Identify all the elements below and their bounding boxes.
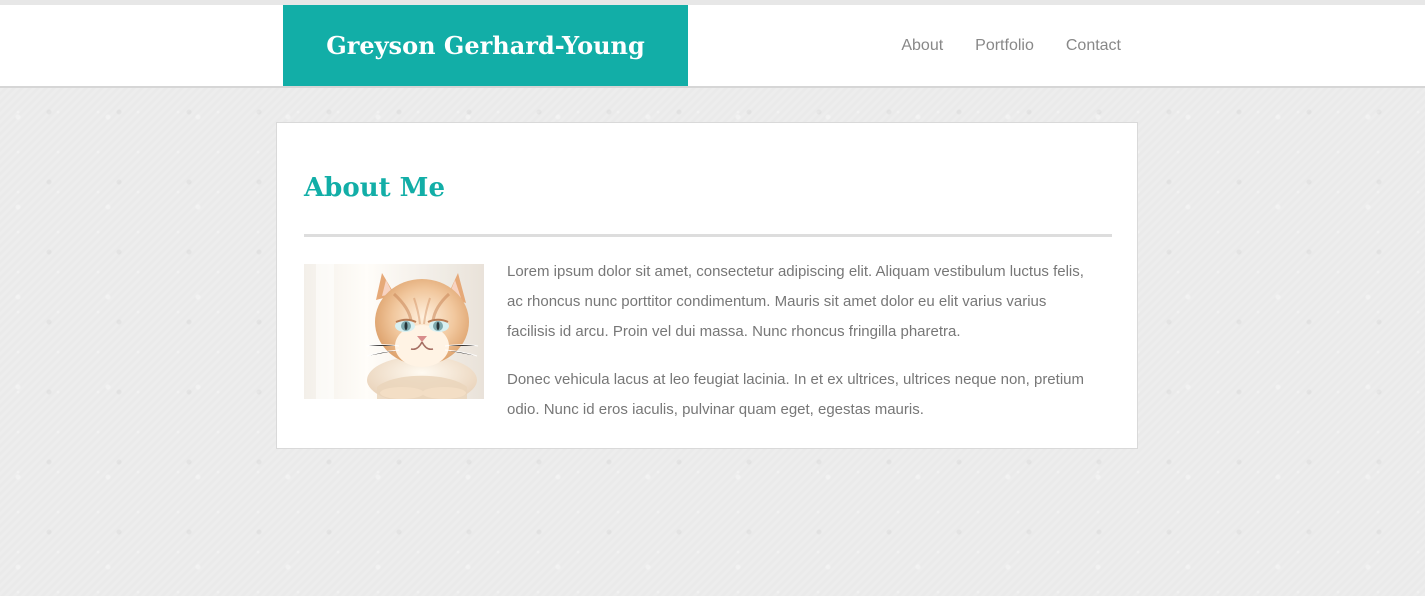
title-divider: [304, 234, 1112, 237]
page-title: About Me: [304, 173, 445, 203]
brand-block[interactable]: Greyson Gerhard-Young: [283, 5, 688, 86]
site-title[interactable]: Greyson Gerhard-Young: [326, 33, 645, 58]
profile-photo: [304, 264, 484, 399]
bio-text: Lorem ipsum dolor sit amet, consectetur …: [507, 257, 1097, 443]
bio-paragraph-2: Donec vehicula lacus at leo feugiat laci…: [507, 371, 1084, 418]
bio-paragraph-1: Lorem ipsum dolor sit amet, consectetur …: [507, 263, 1084, 340]
site-header: Greyson Gerhard-Young About Portfolio Co…: [0, 5, 1425, 88]
nav-about-link[interactable]: About: [901, 37, 943, 55]
nav-portfolio-link[interactable]: Portfolio: [975, 37, 1034, 55]
about-card: About Me Lorem ipsum dolor sit amet, con…: [276, 122, 1138, 449]
nav-contact-link[interactable]: Contact: [1066, 37, 1121, 55]
main-nav: About Portfolio Contact: [901, 5, 1121, 86]
